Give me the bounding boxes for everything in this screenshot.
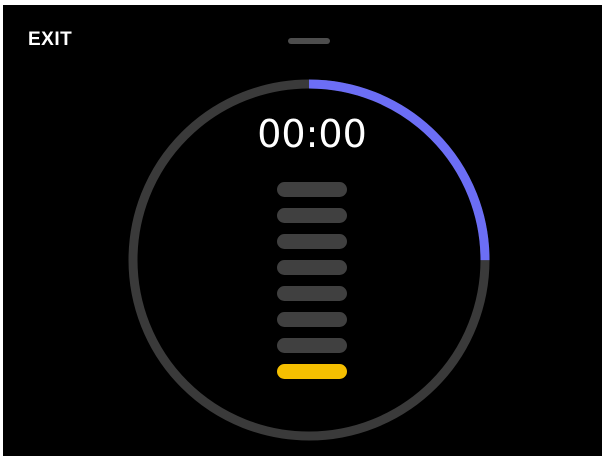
level-bar[interactable] xyxy=(277,286,347,301)
level-bar[interactable] xyxy=(277,260,347,275)
level-indicator xyxy=(277,182,347,390)
level-bar[interactable] xyxy=(277,338,347,353)
level-bar-active[interactable] xyxy=(277,364,347,379)
timer-display: 00:00 xyxy=(257,112,367,156)
level-bar[interactable] xyxy=(277,234,347,249)
level-bar[interactable] xyxy=(277,208,347,223)
level-bar[interactable] xyxy=(277,312,347,327)
timer-screen: EXIT 00:00 xyxy=(3,5,602,456)
level-bar[interactable] xyxy=(277,182,347,197)
